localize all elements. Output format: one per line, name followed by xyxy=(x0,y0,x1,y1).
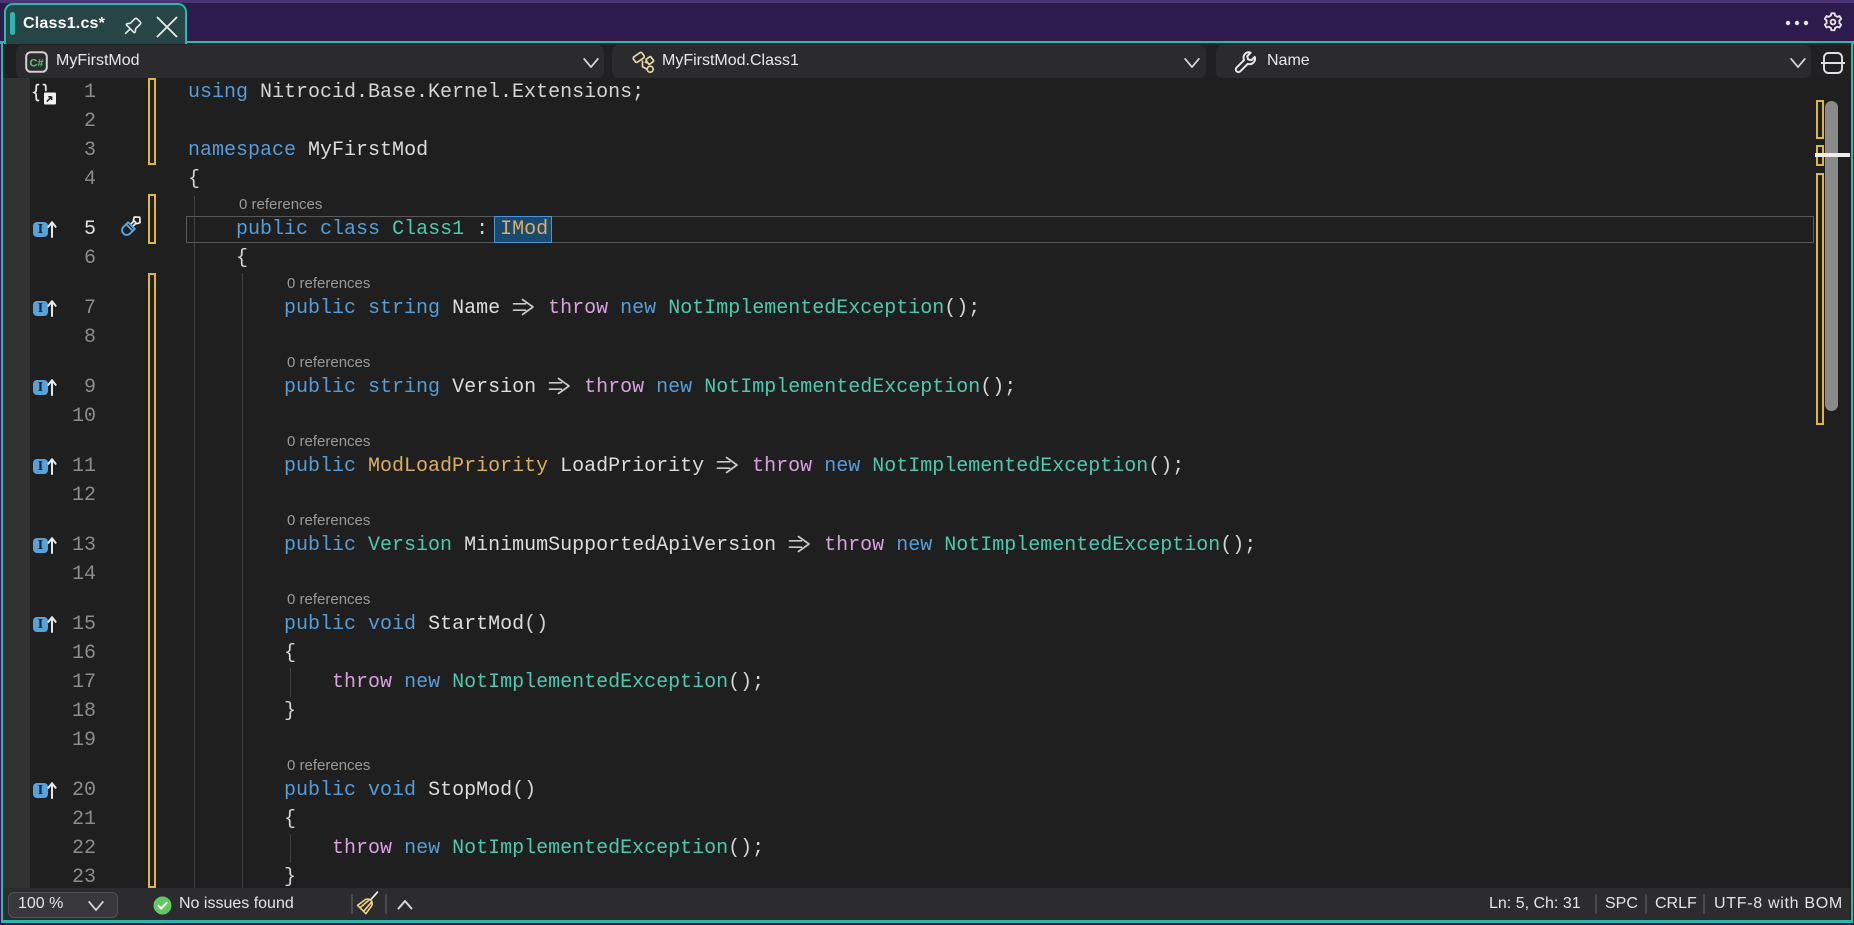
svg-text:C#: C# xyxy=(29,58,43,70)
